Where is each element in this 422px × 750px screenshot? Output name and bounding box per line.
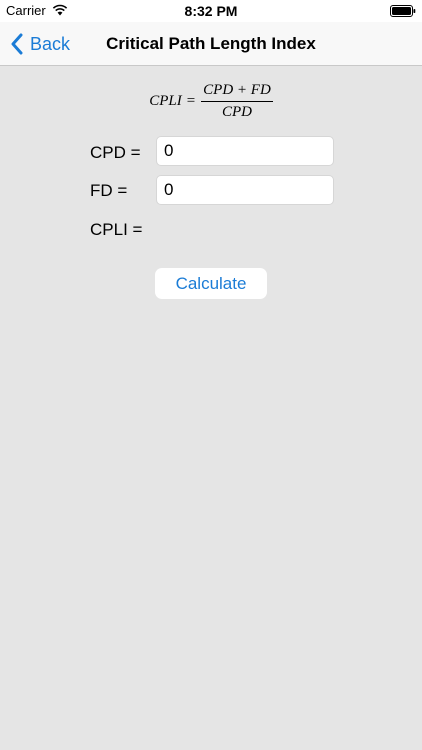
back-button[interactable]: Back xyxy=(10,32,70,56)
formula-lhs: CPLI xyxy=(149,92,182,109)
cpd-input[interactable] xyxy=(156,136,334,166)
fd-input[interactable] xyxy=(156,175,334,205)
status-bar: Carrier 8:32 PM xyxy=(0,0,422,22)
back-label: Back xyxy=(30,33,71,54)
cpd-label: CPD = xyxy=(90,143,141,162)
navigation-bar: Back Critical Path Length Index xyxy=(0,22,422,66)
formula-denominator: CPD xyxy=(221,103,252,120)
cpli-formula: CPLI = CPD + FD CPD xyxy=(0,80,422,122)
calculate-button[interactable]: Calculate xyxy=(155,268,267,299)
battery-icon xyxy=(390,5,416,17)
formula-equals: = xyxy=(186,92,196,109)
cpli-label: CPLI = xyxy=(90,220,143,239)
formula-numerator: CPD + FD xyxy=(203,81,271,98)
formula-fraction: CPD + FD CPD xyxy=(201,82,273,121)
fd-label: FD = xyxy=(90,181,128,200)
page-title: Critical Path Length Index xyxy=(106,34,316,53)
status-time: 8:32 PM xyxy=(184,3,238,19)
chevron-left-icon xyxy=(11,33,23,55)
